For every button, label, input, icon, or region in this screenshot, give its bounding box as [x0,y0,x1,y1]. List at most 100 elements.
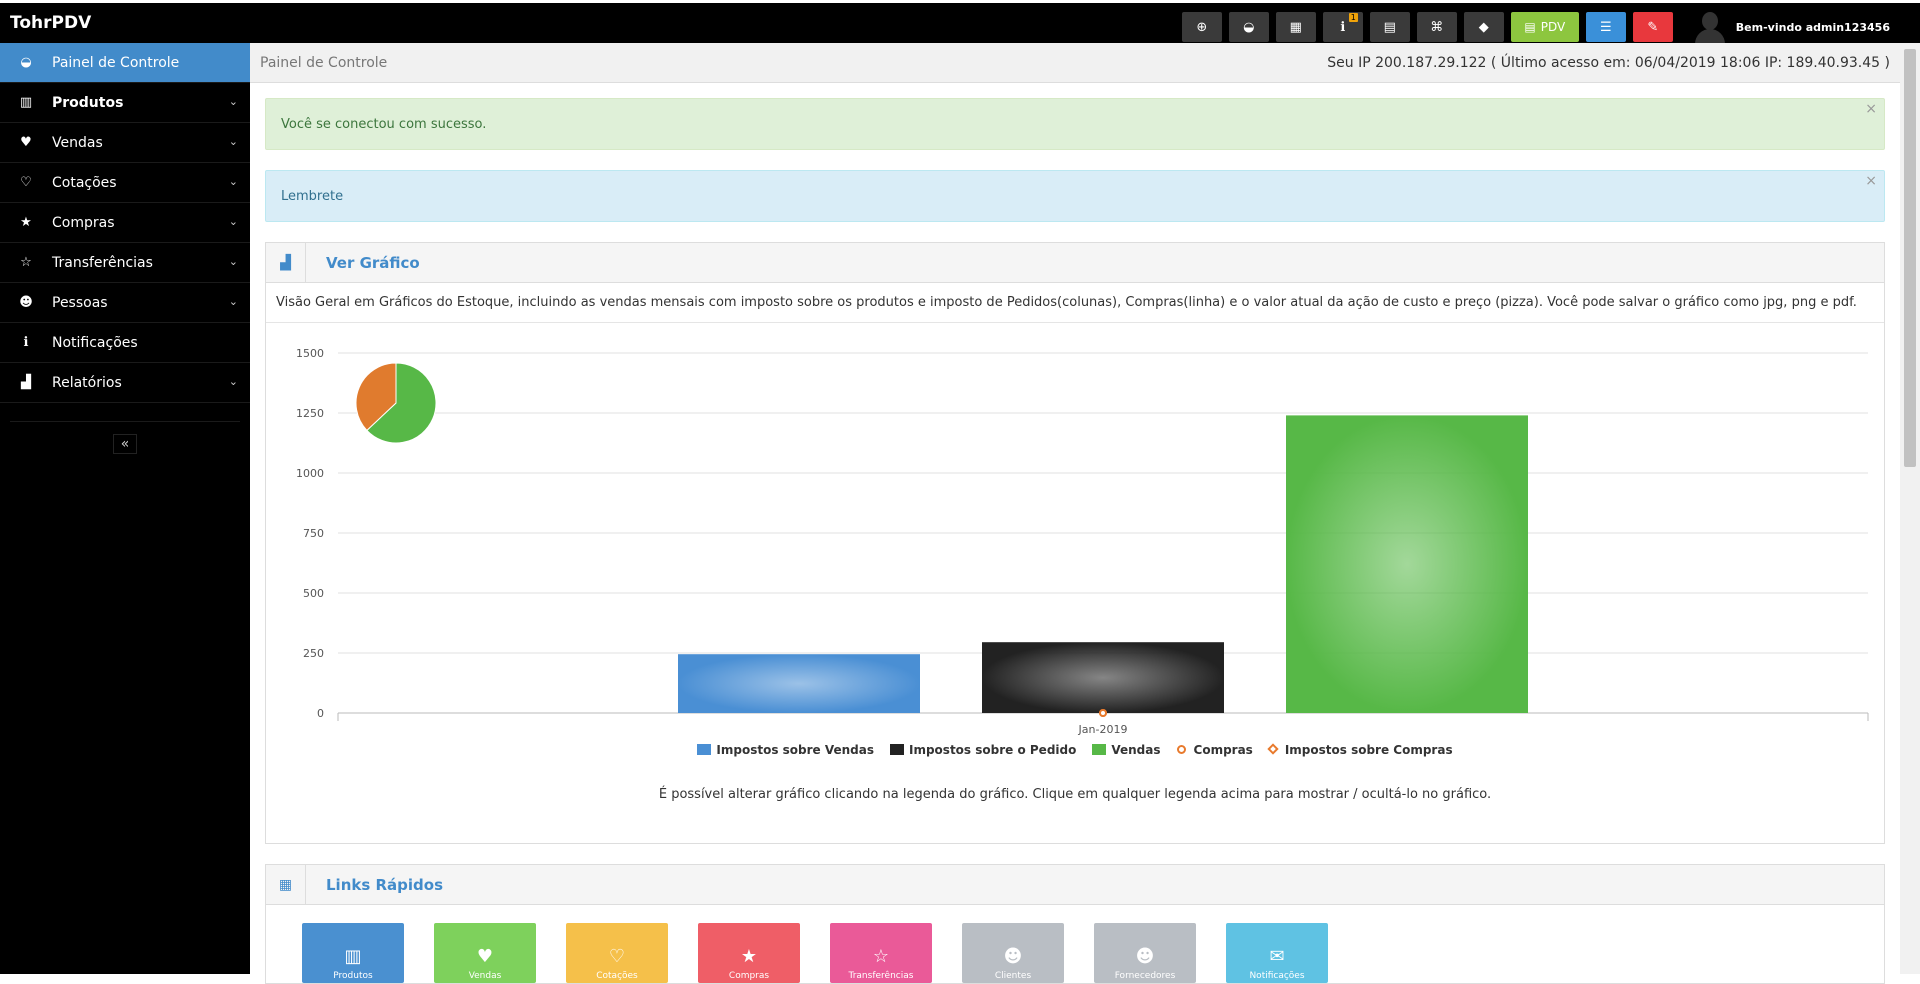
sidebar-item-transferencias[interactable]: ☆ Transferências ⌄ [0,243,250,283]
info-button[interactable]: ℹ1 [1322,12,1363,42]
bar-chart-icon: ▟ [21,375,31,390]
page-scrollbar[interactable] [1900,43,1920,974]
user-menu[interactable]: Bem-vindo admin123456 [1692,9,1890,45]
y-tick-label: 1000 [296,467,324,480]
sidebar-item-notificacoes[interactable]: ℹ Notificações [0,323,250,363]
heart-icon: ♥ [476,946,494,967]
quick-link-label: Cotações [596,971,638,981]
chart-description: Visão Geral em Gráficos do Estoque, incl… [266,283,1884,323]
collapse-sidebar-button[interactable]: « [113,434,137,454]
quick-link-produtos[interactable]: ▥ Produtos [302,923,404,983]
chart-note: É possível alterar gráfico clicando na l… [658,787,1492,802]
y-tick-label: 1250 [296,407,324,420]
sidebar-divider [10,421,240,422]
pdv-button[interactable]: ▤ PDV [1510,12,1579,42]
sidebar-item-compras[interactable]: ★ Compras ⌄ [0,203,250,243]
double-chevron-left-icon: « [120,436,130,452]
y-tick-label: 750 [303,527,324,540]
sidebar-item-label: Produtos [52,94,124,111]
legend-swatch [1092,744,1107,755]
bar-impostos-sobre-o-pedido [982,642,1224,713]
sidebar-item-pessoas[interactable]: ☻ Pessoas ⌄ [0,283,250,323]
y-tick-label: 500 [303,587,324,600]
legend-swatch [1176,745,1186,754]
list-button[interactable]: ☰ [1585,12,1626,42]
app-title[interactable]: TohrPDV [0,13,250,33]
close-reminder-alert-button[interactable]: × [1865,173,1877,189]
success-alert-text: Você se conectou com sucesso. [281,116,487,132]
y-tick-label: 0 [317,707,324,720]
barcode-icon: ▥ [19,95,33,110]
legend-swatch [697,744,712,755]
info-icon: ℹ [1340,19,1346,35]
sidebar-item-label: Painel de Controle [52,54,180,71]
ip-info: Seu IP 200.187.29.122 ( Último acesso em… [1327,54,1890,71]
legend-label: Impostos sobre Compras [1284,743,1453,757]
quick-link-fornecedores[interactable]: ☻ Fornecedores [1094,923,1196,983]
sidebar-item-painel-de-controle[interactable]: ◒ Painel de Controle [0,43,250,83]
chevron-down-icon: ⌄ [228,135,238,148]
legend-label: Impostos sobre o Pedido [909,743,1077,757]
legend-item[interactable]: Vendas [1092,743,1161,757]
quick-link-label: Produtos [333,971,373,981]
sidebar-item-vendas[interactable]: ♥ Vendas ⌄ [0,123,250,163]
brazil-flag-icon: ◆ [1478,19,1489,35]
quick-link-notificacoes[interactable]: ✉ Notificações [1226,923,1328,983]
scrollbar-thumb[interactable] [1904,49,1916,467]
eraser-icon: ✎ [1647,19,1659,35]
quick-link-label: Notificações [1249,971,1305,981]
legend-item[interactable]: Impostos sobre o Pedido [890,743,1076,757]
star-outline-icon: ☆ [872,946,890,967]
legend-item[interactable]: Impostos sobre Vendas [697,743,874,757]
y-tick-label: 250 [303,647,324,660]
sidebar-item-label: Cotações [52,174,117,191]
quick-links-header: ▦ Links Rápidos [266,864,1884,905]
quick-link-label: Compras [728,971,770,981]
x-tick-label: Jan-2019 [1078,723,1128,736]
quick-link-label: Clientes [994,971,1032,981]
pdv-label: PDV [1540,20,1566,34]
calendar-button[interactable]: ▤ [1369,12,1410,42]
quick-links: ▥ Produtos ♥ Vendas ♡ Cotações ★ Compras ☆ Transf… [266,905,1884,983]
eraser-button[interactable]: ✎ [1632,12,1673,42]
calculator-icon: ▦ [1289,19,1302,35]
chart-area: 0 250 500 750 1000 1250 1500 Jan-2019 Impostos … [266,323,1884,843]
chevron-down-icon: ⌄ [228,215,238,228]
info-icon: ℹ [23,335,29,350]
quick-link-clientes[interactable]: ☻ Clientes [962,923,1064,983]
sidebar-item-label: Transferências [52,254,153,271]
sidebar-item-produtos[interactable]: ▥ Produtos ⌄ [0,83,250,123]
stock-chart: 0 250 500 750 1000 1250 1500 Jan-2019 [296,347,1869,736]
sidebar-item-cotacoes[interactable]: ♡ Cotações ⌄ [0,163,250,203]
brazil-flag-button[interactable]: ◆ [1463,12,1504,42]
legend-item[interactable]: Compras [1176,743,1253,757]
sidebar-item-label: Relatórios [52,374,122,391]
legend-item[interactable]: Impostos sobre Compras [1267,743,1453,757]
chevron-down-icon: ⌄ [228,295,238,308]
calculator-button[interactable]: ▦ [1275,12,1316,42]
notification-badge: 1 [1348,13,1358,22]
welcome-text: Bem-vindo admin123456 [1735,20,1890,34]
quick-link-cotacoes[interactable]: ♡ Cotações [566,923,668,983]
close-success-alert-button[interactable]: × [1865,101,1877,117]
legend-swatch [890,744,904,755]
quick-link-transferencias[interactable]: ☆ Transferências [830,923,932,983]
top-bar: TohrPDV ⊕ ◒ ▦ ℹ 1 ▤ ⌘ ◆ ▤ PDV ☰ ✎ Bem-vindo admi… [0,0,1920,45]
quick-link-compras[interactable]: ★ Compras [698,923,800,983]
heart-outline-icon: ♡ [20,175,32,190]
avatar [1692,9,1728,45]
plus-circle-icon: ⊕ [1196,19,1208,35]
html-icon: ⌘ [1430,19,1444,35]
top-toolbar: ⊕ ◒ ▦ ℹ 1 ▤ ⌘ ◆ ▤ PDV ☰ ✎ Bem-vindo admin123456 [1181,9,1890,45]
quick-link-vendas[interactable]: ♥ Vendas [434,923,536,983]
reminder-alert: Lembrete × [265,170,1885,222]
plus-circle-button[interactable]: ⊕ [1181,12,1222,42]
quick-link-label: Fornecedores [1114,971,1176,981]
barcode-icon: ▥ [344,946,362,967]
sidebar-item-label: Vendas [52,134,103,151]
html-button[interactable]: ⌘ [1416,12,1457,42]
bar-vendas [1286,415,1528,713]
sidebar-item-relatorios[interactable]: ▟ Relatórios ⌄ [0,363,250,403]
dashboard-button[interactable]: ◒ [1228,12,1269,42]
chevron-down-icon: ⌄ [228,255,238,268]
